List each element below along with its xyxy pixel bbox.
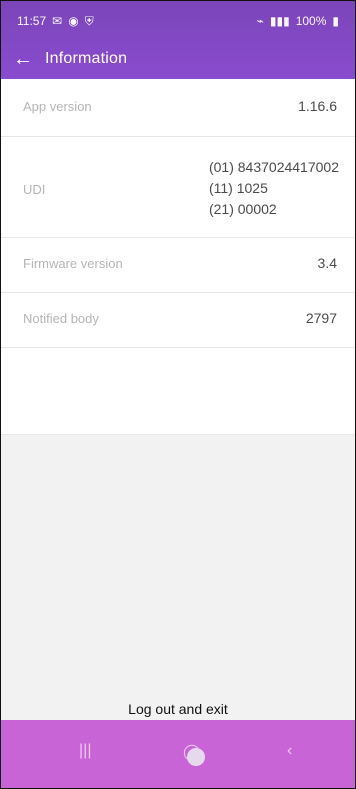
info-row-notified-body: Notified body 2797 [1,293,355,348]
status-time: 11:57 [17,14,47,28]
udi-line-1: (01) 8437024417002 [208,159,339,175]
lower-panel: Log out and exit [1,434,355,720]
phone-screen: 11:57 ✉ ◉ ⛨ ⌁ ▮▮▮ 100% ▮ ← Information A… [0,0,356,789]
home-indicator-icon [187,748,205,766]
udi-line-3: (21) 00002 [208,201,277,217]
system-navigation-bar: ||| ◯ ‹ [1,720,355,788]
app-bar: 11:57 ✉ ◉ ⛨ ⌁ ▮▮▮ 100% ▮ ← Information [1,1,355,79]
back-icon[interactable]: ‹ [287,742,292,760]
info-value: 2797 [305,310,337,326]
info-row-udi: UDI (01) 8437024417002 (11) 1025 (21) 00… [1,137,355,238]
info-value: 1.16.6 [298,98,337,114]
info-label: Notified body [23,311,99,326]
info-label: Firmware version [23,256,123,271]
info-row-app-version: App version 1.16.6 [1,79,355,137]
logout-exit-button[interactable]: Log out and exit [1,701,355,717]
status-left: 11:57 ✉ ◉ ⛨ [17,14,94,29]
udi-line-2: (11) 1025 [208,180,268,196]
arrow-left-icon[interactable]: ← [1,39,45,79]
status-right: ⌁ ▮▮▮ 100% ▮ [257,14,339,28]
page-title: Information [45,50,128,67]
location-icon: ◉ [68,14,79,28]
udi-value: (01) 8437024417002 (11) 1025 (21) 00002 [209,157,339,220]
battery-text: 100% [295,14,327,28]
recent-apps-icon[interactable]: ||| [79,742,91,760]
info-value: 3.4 [317,255,337,271]
shield-icon: ⛨ [84,13,94,28]
wifi-icon: ⌁ [256,14,264,28]
signal-icon: ▮▮▮ [269,14,290,28]
battery-icon: ▮ [332,14,339,28]
information-content: App version 1.16.6 UDI (01) 843702441700… [1,79,355,507]
status-bar: 11:57 ✉ ◉ ⛨ ⌁ ▮▮▮ 100% ▮ [1,1,355,41]
info-label: UDI [23,182,46,197]
title-bar: ← Information [1,39,355,79]
info-label: App version [23,99,92,114]
info-row-firmware-version: Firmware version 3.4 [1,238,355,293]
message-icon: ✉ [52,14,63,28]
